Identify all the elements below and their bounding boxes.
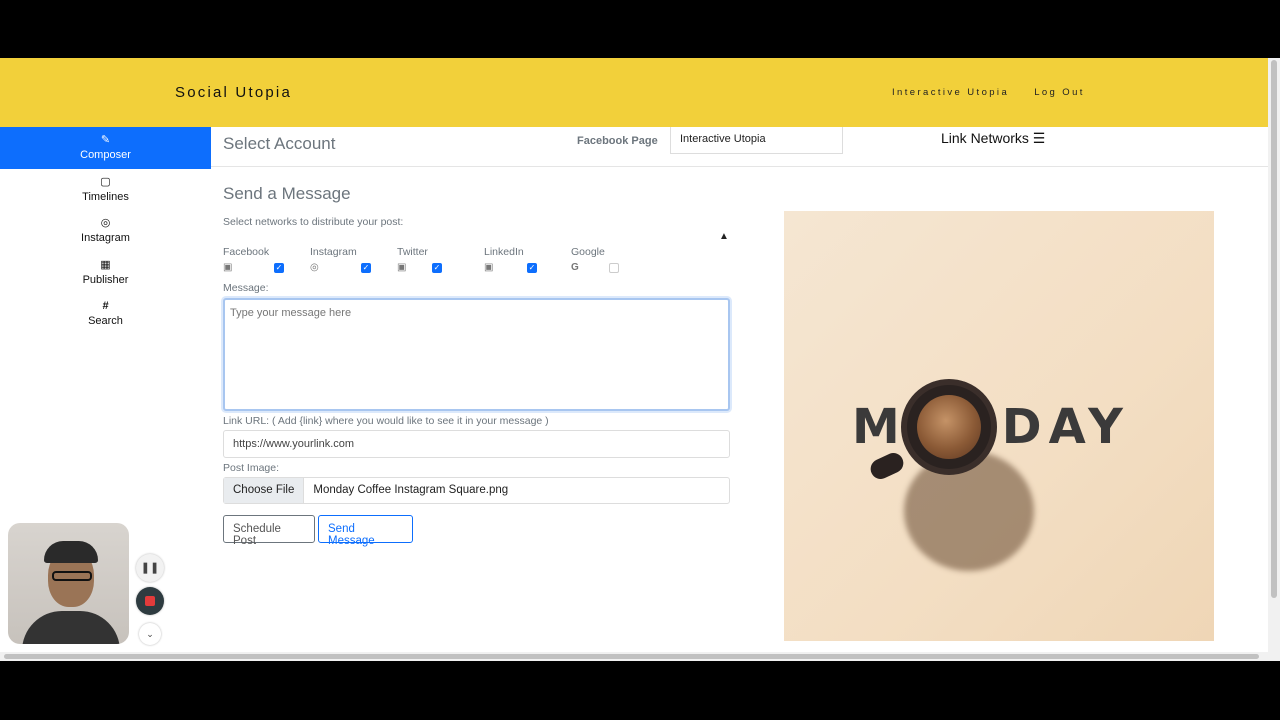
sidebar: ✎ Composer ▢ Timelines ◎ Instagram ▦ Pub…: [0, 127, 211, 335]
pause-recording-button[interactable]: ❚❚: [136, 554, 164, 582]
network-facebook: Facebook ▣ ✓: [223, 246, 303, 273]
network-name: LinkedIn: [484, 246, 524, 258]
network-linkedin: LinkedIn ▣ ✓: [484, 246, 564, 273]
google-icon: G: [571, 262, 579, 273]
sidebar-item-label: Composer: [80, 149, 131, 162]
send-message-button[interactable]: Send Message: [318, 515, 413, 547]
sidebar-item-label: Instagram: [81, 232, 130, 245]
message-textarea[interactable]: Type your message here: [223, 298, 730, 411]
linkedin-checkbox[interactable]: ✓: [527, 263, 537, 273]
vertical-scroll-thumb[interactable]: [1271, 60, 1277, 598]
linkedin-icon: ▣: [484, 262, 494, 273]
selected-file-name: Monday Coffee Instagram Square.png: [313, 484, 509, 496]
post-image-preview: MONDAY: [784, 211, 1214, 641]
sidebar-item-search[interactable]: # Search: [0, 293, 211, 335]
networks-instruction: Select networks to distribute your post:: [223, 216, 404, 228]
nav-logout-link[interactable]: Log Out: [1034, 87, 1085, 98]
link-url-input[interactable]: https://www.yourlink.com: [223, 430, 730, 458]
google-checkbox[interactable]: ✓: [609, 263, 619, 273]
network-google: Google G ✓: [571, 246, 651, 273]
sidebar-item-timelines[interactable]: ▢ Timelines: [0, 169, 211, 211]
network-name: Instagram: [310, 246, 357, 258]
choose-file-button[interactable]: Choose File: [224, 478, 305, 503]
presenter-body: [22, 611, 120, 644]
sidebar-item-label: Timelines: [82, 190, 129, 203]
message-label: Message:: [223, 282, 269, 294]
facebook-icon: ▣: [223, 262, 233, 273]
sidebar-item-composer[interactable]: ✎ Composer: [0, 127, 211, 169]
nav-account-link[interactable]: Interactive Utopia: [892, 87, 1009, 98]
mouse-cursor-icon: ▲: [719, 231, 729, 242]
brand-logo[interactable]: Social Utopia: [175, 84, 292, 101]
facebook-page-select[interactable]: Interactive Utopia: [670, 127, 843, 154]
send-message-heading: Send a Message: [223, 184, 351, 203]
network-name: Twitter: [397, 246, 428, 258]
facebook-checkbox[interactable]: ✓: [274, 263, 284, 273]
account-selector-row: Select Account Facebook Page Interactive…: [211, 127, 1268, 167]
select-account-heading: Select Account: [223, 134, 336, 153]
sidebar-item-publisher[interactable]: ▦ Publisher: [0, 252, 211, 294]
sidebar-item-label: Search: [88, 315, 123, 328]
network-twitter: Twitter ▣ ✓: [397, 246, 477, 273]
webcam-overlay: [8, 523, 129, 644]
instagram-icon: ◎: [310, 262, 319, 273]
stop-recording-button[interactable]: [136, 587, 164, 615]
schedule-post-button[interactable]: Schedule Post: [223, 515, 315, 547]
note-icon: ▢: [100, 175, 111, 188]
twitter-checkbox[interactable]: ✓: [432, 263, 442, 273]
network-instagram: Instagram ◎ ✓: [310, 246, 390, 273]
network-name: Facebook: [223, 246, 270, 258]
browser-viewport: Social Utopia Interactive Utopia Log Out…: [0, 58, 1280, 661]
hashtag-icon: #: [102, 300, 109, 313]
vertical-scrollbar[interactable]: [1268, 58, 1280, 661]
top-navbar: Social Utopia Interactive Utopia Log Out: [0, 58, 1268, 127]
post-image-label: Post Image:: [223, 462, 280, 474]
network-name: Google: [571, 246, 605, 258]
twitter-icon: ▣: [397, 262, 407, 273]
link-url-label: Link URL: ( Add {link} where you would l…: [223, 415, 549, 427]
horizontal-scroll-thumb[interactable]: [4, 654, 1259, 659]
post-image-file-input: Choose File Monday Coffee Instagram Squa…: [223, 477, 730, 504]
edit-icon: ✎: [100, 134, 111, 147]
instagram-checkbox[interactable]: ✓: [361, 263, 371, 273]
stop-record-icon: [145, 596, 155, 606]
facebook-page-label: Facebook Page: [577, 135, 658, 147]
sidebar-item-label: Publisher: [82, 273, 129, 286]
recorder-more-button[interactable]: ⌄: [139, 623, 161, 645]
instagram-icon: ◎: [100, 217, 111, 230]
presenter-glasses: [52, 571, 92, 581]
coffee-surface: [917, 395, 981, 459]
presenter-cap: [44, 541, 98, 563]
chevron-down-icon: ⌄: [146, 629, 154, 639]
nav-links: Interactive Utopia Log Out: [892, 87, 1105, 98]
calendar-icon: ▦: [100, 258, 111, 271]
link-networks-button[interactable]: Link Networks ☰: [941, 130, 1045, 147]
sidebar-item-instagram[interactable]: ◎ Instagram: [0, 210, 211, 252]
coffee-mug: [901, 379, 997, 475]
horizontal-scrollbar[interactable]: [0, 652, 1268, 661]
pause-icon: ❚❚: [140, 562, 160, 574]
